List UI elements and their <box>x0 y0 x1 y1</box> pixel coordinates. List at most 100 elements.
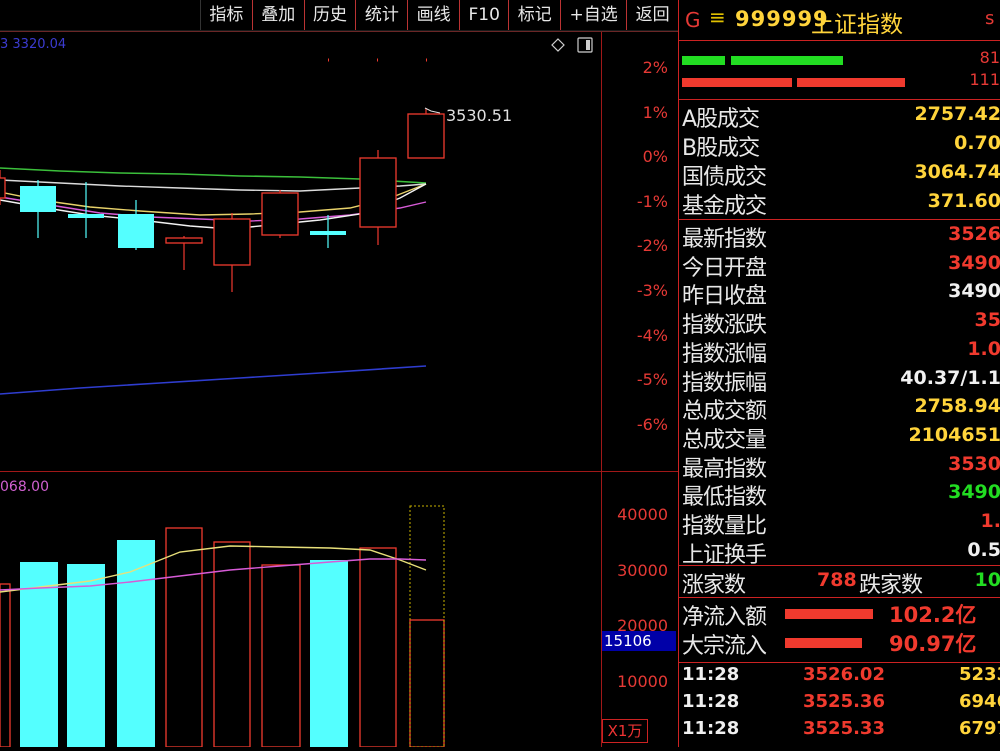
market-breadth-row: 涨家数 788 跌家数 10 <box>679 567 1000 598</box>
stat-item-label: 今日开盘 <box>682 255 767 281</box>
fund-flow-value: 102.2亿 <box>889 603 977 627</box>
history-button[interactable]: 历史 <box>303 0 356 30</box>
volume-bar <box>165 527 203 748</box>
volume-readout: 068.00 <box>0 479 49 495</box>
group-indicator[interactable]: G <box>685 8 701 32</box>
candle-body <box>0 177 6 199</box>
percent-axis-label: -1% <box>636 191 668 211</box>
divider <box>679 597 1000 598</box>
ma-readout: 3 3320.04 <box>0 37 67 52</box>
kline-chart[interactable] <box>0 0 678 748</box>
mark-button[interactable]: 标记 <box>508 0 560 30</box>
fund-flow-value: 90.97亿 <box>889 632 977 656</box>
stat-item-row: 指数涨幅 1.0 <box>679 336 1000 367</box>
add-watchlist-button[interactable]: +自选 <box>560 0 626 30</box>
stat-item-label: 指数涨幅 <box>682 341 767 367</box>
volume-bar <box>359 547 397 748</box>
stat-item-value: 3490 <box>948 280 1000 303</box>
volume-unit-button[interactable]: X1万 <box>602 719 648 743</box>
divider <box>679 662 1000 663</box>
turnover-item-label: 国债成交 <box>682 165 767 190</box>
volume-bar <box>117 540 155 747</box>
kline-chart-area[interactable]: 3 3320.04 3530.51 068.00 2% 1% 0% -1% -2% -3%… <box>0 0 678 748</box>
high-price-label: 3530.51 <box>446 106 513 125</box>
volume-axis-label: 40000 <box>617 505 668 524</box>
statistics-button[interactable]: 统计 <box>355 0 407 30</box>
fund-flow-bar <box>785 638 862 648</box>
fund-flow-bar <box>785 609 873 619</box>
stat-item-label: 最低指数 <box>682 485 767 511</box>
fund-flow-label: 净流入额 <box>682 605 767 630</box>
turnover-item-label: A股成交 <box>682 107 760 132</box>
stat-item-value: 35 <box>974 309 1000 332</box>
back-button[interactable]: 返回 <box>626 0 678 30</box>
draw-line-button[interactable]: 画线 <box>407 0 459 30</box>
candle-body <box>213 218 251 266</box>
candle-body <box>20 186 56 212</box>
volume-bar <box>409 619 445 748</box>
stat-item-label: 最高指数 <box>682 456 767 482</box>
tick-price: 3525.36 <box>803 691 885 712</box>
candle-body <box>165 237 203 244</box>
fund-flow-row: 净流入额 102.2亿 <box>679 599 1000 630</box>
stat-item-row: 指数振幅 40.37/1.1 <box>679 365 1000 396</box>
percent-axis-label: -2% <box>636 236 668 256</box>
stat-item-label: 昨日收盘 <box>682 284 767 310</box>
stat-item-label: 指数量比 <box>682 514 767 539</box>
stat-item-value: 2104651 <box>908 423 1000 446</box>
buy-sell-bar-red-1 <box>682 78 792 87</box>
diamond-icon[interactable] <box>551 38 565 52</box>
top-toolbar: 指标 叠加 历史 统计 画线 F10 标记 +自选 返回 <box>200 0 678 31</box>
stat-item-value: 3526 <box>948 223 1000 245</box>
turnover-item-value: 0.70 <box>954 132 1000 154</box>
tick-volume: 6946 <box>959 691 1000 712</box>
volume-bar <box>0 583 11 748</box>
buy-sell-bar-red-2 <box>797 78 905 87</box>
candle-body <box>407 113 445 159</box>
stat-item-value: 2758.94 <box>914 395 1000 418</box>
bar-top-value: 81 <box>979 48 1000 67</box>
turnover-item-row: B股成交 0.70 <box>679 130 1000 161</box>
candle-body <box>310 231 346 235</box>
indicator-button[interactable]: 指标 <box>200 0 252 30</box>
buy-sell-bar-green-1 <box>682 56 725 65</box>
turnover-item-row: 国债成交 3064.74 <box>679 159 1000 190</box>
overlay-button[interactable]: 叠加 <box>251 0 304 30</box>
candlestick-group <box>0 108 445 292</box>
divider <box>679 99 1000 100</box>
tick-price: 3526.02 <box>803 664 885 685</box>
panel-toggle-icon[interactable] <box>577 37 593 53</box>
tick-time: 11:28 <box>682 691 740 712</box>
tick-price: 3525.33 <box>803 718 885 739</box>
percent-axis-label: 2% <box>642 58 668 77</box>
percent-axis-label: -3% <box>636 281 668 300</box>
percent-axis: 2% 1% 0% -1% -2% -3% -4% -5% -6% <box>598 0 678 470</box>
stat-item-value: 3530 <box>948 452 1000 475</box>
up-count-label: 涨家数 <box>682 573 746 598</box>
candle-body <box>68 214 104 218</box>
stat-item-value: 1.0 <box>967 337 1000 360</box>
volume-bar <box>261 564 301 748</box>
stat-item-row: 指数量比 1. <box>679 508 1000 539</box>
volume-bar <box>20 562 58 747</box>
turnover-item-row: 基金成交 371.60 <box>679 188 1000 219</box>
f10-button[interactable]: F10 <box>459 0 508 30</box>
stat-item-value: 40.37/1.1 <box>900 366 1000 389</box>
volume-bar <box>67 564 105 747</box>
volume-bar-group <box>0 505 445 748</box>
menu-icon[interactable]: ≡ <box>709 5 726 29</box>
turnover-item-label: 基金成交 <box>682 194 767 219</box>
stat-item-row: 最新指数 3526 <box>679 221 1000 252</box>
candle-body <box>261 192 299 236</box>
high-pointer <box>424 107 441 114</box>
turnover-item-value: 3064.74 <box>914 161 1000 183</box>
tick-time: 11:28 <box>682 664 740 685</box>
panel-header: G ≡ 999999 上证指数 s <box>679 0 1000 40</box>
stat-item-row: 最低指数 3490 <box>679 479 1000 511</box>
volume-axis: 40000 30000 20000 10000 <box>598 470 678 747</box>
percent-axis-label: 0% <box>642 147 668 167</box>
down-count-value: 10 <box>974 569 1000 591</box>
down-count-label: 跌家数 <box>859 573 923 598</box>
volume-bar <box>310 560 348 747</box>
stat-item-value: 1. <box>980 510 1000 532</box>
